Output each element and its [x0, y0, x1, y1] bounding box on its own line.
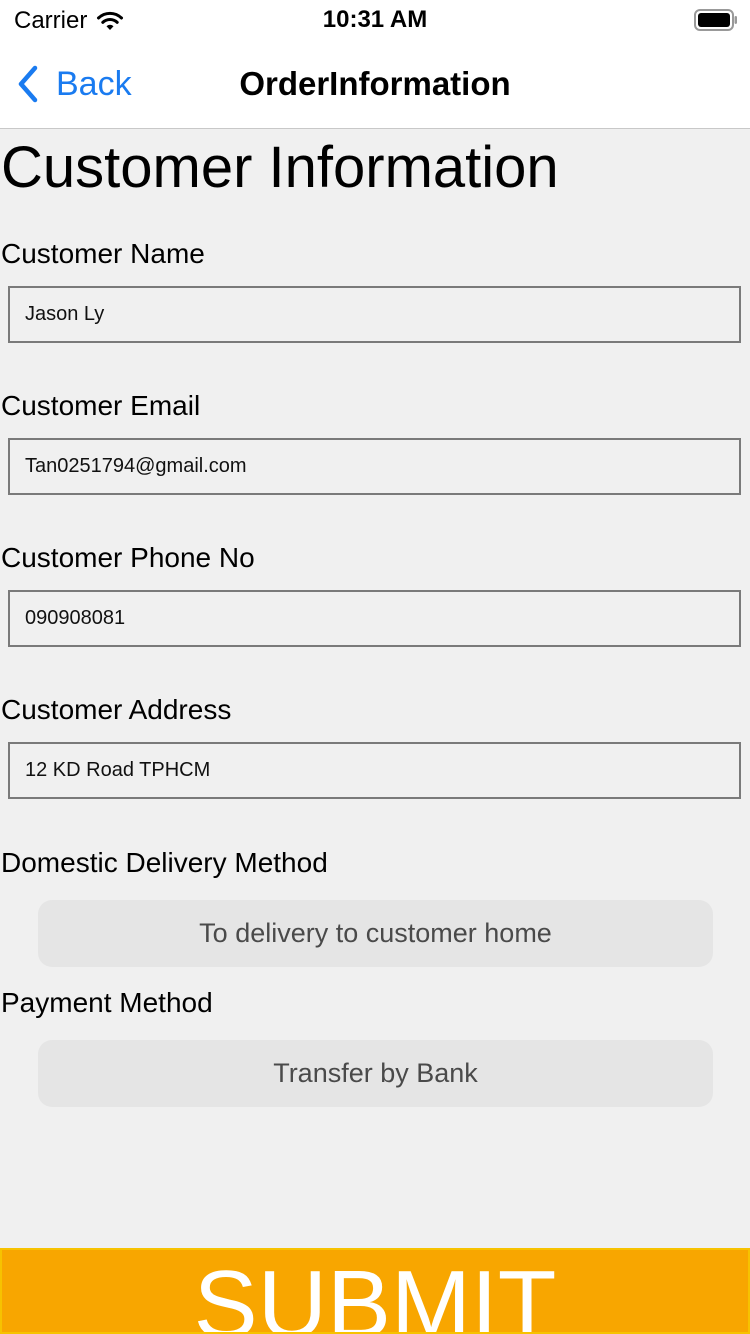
status-time: 10:31 AM [322, 6, 428, 33]
section-title: Customer Information [1, 135, 559, 200]
back-button[interactable]: Back [16, 40, 132, 128]
customer-name-label: Customer Name [1, 238, 205, 269]
chevron-left-icon [18, 65, 38, 103]
customer-name-input[interactable] [8, 286, 741, 343]
back-label: Back [56, 64, 132, 103]
customer-phone-input[interactable] [8, 590, 741, 647]
customer-address-label: Customer Address [1, 694, 232, 725]
delivery-method-label: Domestic Delivery Method [1, 847, 328, 878]
status-bar: Carrier 10:31 AM [0, 0, 750, 40]
customer-email-label: Customer Email [1, 390, 201, 421]
submit-button[interactable]: SUBMIT [0, 1248, 750, 1334]
customer-address-input[interactable] [8, 742, 741, 799]
battery-icon [694, 9, 737, 31]
payment-method-picker[interactable]: Transfer by Bank [38, 1040, 713, 1107]
delivery-method-picker[interactable]: To delivery to customer home [38, 900, 713, 967]
customer-phone-label: Customer Phone No [1, 542, 255, 573]
payment-method-label: Payment Method [1, 987, 213, 1018]
navigation-bar: Back OrderInformation [0, 40, 750, 129]
customer-email-input[interactable] [8, 438, 741, 495]
